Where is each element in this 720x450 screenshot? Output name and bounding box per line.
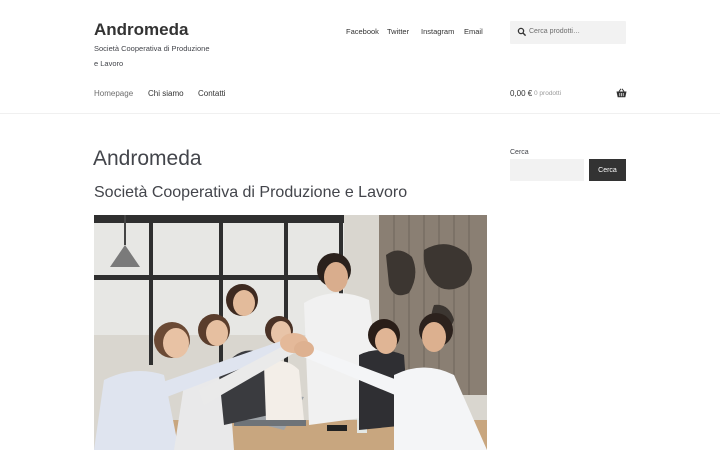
sidebar-search-button[interactable]: Cerca [589, 159, 626, 181]
page-subtitle: Società Cooperativa di Produzione e Lavo… [94, 184, 408, 201]
product-search-placeholder: Cerca prodotti… [529, 28, 580, 35]
sidebar-search-label: Cerca [510, 149, 529, 156]
basket-icon[interactable] [616, 88, 627, 98]
team-high-five-photo [94, 215, 487, 450]
nav-item-homepage[interactable]: Homepage [94, 89, 133, 98]
social-link-instagram[interactable]: Instagram [421, 27, 454, 36]
social-link-twitter[interactable]: Twitter [387, 27, 409, 36]
cart-count[interactable]: 0 prodotti [534, 90, 561, 97]
sidebar-search-input[interactable] [510, 159, 584, 181]
site-tagline: Società Cooperativa di Produzione e Lavo… [94, 44, 210, 68]
search-icon [517, 27, 527, 37]
page-title: Andromeda [93, 147, 202, 170]
nav-item-contatti[interactable]: Contatti [198, 89, 226, 98]
nav-item-chi-siamo[interactable]: Chi siamo [148, 89, 184, 98]
site-title[interactable]: Andromeda [94, 20, 188, 40]
social-link-facebook[interactable]: Facebook [346, 27, 379, 36]
product-search-field[interactable]: Cerca prodotti… [510, 21, 626, 44]
cart-total[interactable]: 0,00 € [510, 89, 532, 98]
header-divider [0, 113, 720, 114]
social-link-email[interactable]: Email [464, 27, 483, 36]
